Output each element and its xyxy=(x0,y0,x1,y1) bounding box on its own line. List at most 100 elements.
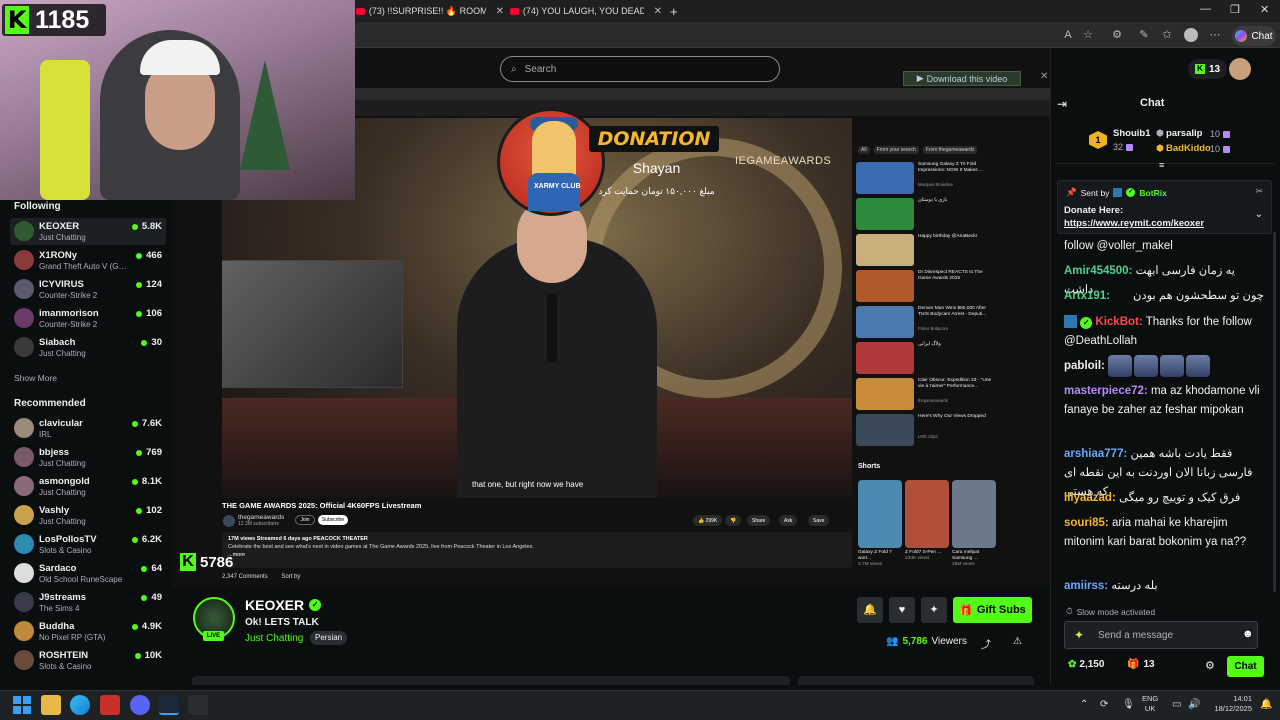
browser-tab-1[interactable]: (73) !!SURPRISE!! 🔥 ROOM TOUR ✕ xyxy=(356,2,504,20)
sidebar-channel[interactable]: ROSHTEIN Slots & Casino 10K xyxy=(10,647,166,674)
short-thumbnail[interactable] xyxy=(858,480,902,548)
copilot-chat-button[interactable]: Chat xyxy=(1232,26,1276,46)
recommendation-item[interactable]: Here's Why Our Views Dropped LMG Clips xyxy=(856,414,996,448)
close-window-icon[interactable]: ✕ xyxy=(1260,3,1269,16)
close-tab-icon[interactable]: ✕ xyxy=(654,6,662,17)
leader-name[interactable]: parsalip xyxy=(1166,128,1202,139)
gear-icon[interactable]: ⚙ xyxy=(1205,659,1215,672)
sparkle-icon[interactable]: ✦ xyxy=(1074,628,1084,642)
kicks-balance-chip[interactable]: K 13 xyxy=(1188,59,1228,79)
chevron-down-icon[interactable]: ⌄ xyxy=(1255,209,1263,220)
recommendation-item[interactable]: Happy birthday @AriaBeckr xyxy=(856,234,996,268)
monitor-icon[interactable]: ▭ xyxy=(1172,699,1181,710)
leader-name[interactable]: BadKiddo xyxy=(1166,143,1211,154)
chat-username[interactable]: lliyaazad: xyxy=(1064,492,1116,504)
notifications-bell-button[interactable]: 🔔 xyxy=(857,597,883,623)
sidebar-channel[interactable]: LosPollosTV Slots & Casino 6.2K xyxy=(10,531,166,558)
download-video-button[interactable]: ▶ Download this video xyxy=(903,71,1021,86)
sidebar-channel[interactable]: ICYVIRUS Counter-Strike 2 124 xyxy=(10,276,166,303)
recommendation-item[interactable]: Samsung Galaxy Z Tri Fold Impressions: N… xyxy=(856,162,996,196)
recommendation-item[interactable]: Dr Disrespect REACTS to The Game Awards … xyxy=(856,270,996,304)
chat-scrollbar[interactable] xyxy=(1273,232,1276,592)
chat-username[interactable]: Artx191: xyxy=(1064,290,1110,302)
close-tab-icon[interactable]: ✕ xyxy=(496,6,504,17)
search-input[interactable]: ⌕ Search xyxy=(500,56,780,82)
like-button[interactable]: 👍 299K xyxy=(693,515,723,526)
profile-icon[interactable] xyxy=(1184,28,1198,42)
recommendation-item[interactable]: Denver Man Wins $80,000 After THIS Bodyc… xyxy=(856,306,996,340)
read-aloud-icon[interactable]: A xyxy=(1061,28,1075,42)
video-description[interactable]: 17M views Streamed 6 days ago PEACOCK TH… xyxy=(222,532,852,568)
obs-app-icon[interactable] xyxy=(100,695,120,715)
channel-avatar[interactable] xyxy=(223,515,235,527)
more-menu-icon[interactable]: ⋯ xyxy=(1208,28,1222,42)
join-button[interactable]: Join xyxy=(295,515,315,525)
browser-tab-2[interactable]: (74) YOU LAUGH, YOU DEAD! ❌ ✕ xyxy=(510,2,662,20)
sparkle-button[interactable]: ✦ xyxy=(921,597,947,623)
chat-username[interactable]: KickBot: xyxy=(1095,316,1142,328)
recommendation-item[interactable]: Clair Obscur: Expedition 33 - "Une vie à… xyxy=(856,378,996,412)
chat-username[interactable]: arshiaa777: xyxy=(1064,448,1127,460)
bot-name[interactable]: BotRix xyxy=(1139,188,1166,198)
subscribe-button[interactable]: Subscribe xyxy=(318,515,348,525)
short-thumbnail[interactable] xyxy=(952,480,996,548)
microphone-icon[interactable]: 🎙 xyxy=(1122,699,1135,710)
speaker-icon[interactable]: 🔊 xyxy=(1188,699,1200,710)
chat-username[interactable]: amiirss: xyxy=(1064,580,1108,592)
sidebar-channel[interactable]: asmongold Just Chatting 8.1K xyxy=(10,473,166,500)
chat-username[interactable]: Amir454500: xyxy=(1064,265,1132,277)
extension-icon[interactable]: ✎ xyxy=(1137,28,1151,42)
sidebar-channel[interactable]: J9streams The Sims 4 49 xyxy=(10,589,166,616)
sidebar-channel[interactable]: Buddha No Pixel RP (GTA) 4.9K xyxy=(10,618,166,645)
send-chat-button[interactable]: Chat xyxy=(1227,656,1264,677)
file-explorer-icon[interactable] xyxy=(41,695,61,715)
extensions-icon[interactable]: ⚙ xyxy=(1110,28,1124,42)
chat-username[interactable]: pabloil: xyxy=(1064,360,1105,372)
chat-username[interactable]: souri85: xyxy=(1064,517,1109,529)
favorites-icon[interactable]: ✩ xyxy=(1160,28,1174,42)
show-more-link[interactable]: Show More xyxy=(14,373,57,383)
pinned-message[interactable]: 📌 Sent by ✓ BotRix ✂ Donate Here: https:… xyxy=(1057,180,1272,234)
new-tab-button[interactable]: + xyxy=(670,2,678,20)
sync-icon[interactable]: ⟳ xyxy=(1100,699,1108,710)
app-icon[interactable] xyxy=(188,695,208,715)
kicks-balance[interactable]: ✿ 2,150 xyxy=(1068,659,1104,670)
save-button[interactable]: Save xyxy=(808,515,830,526)
recommendation-item[interactable]: بازی با دوستان xyxy=(856,198,996,232)
steam-icon[interactable] xyxy=(159,695,179,715)
leader-name[interactable]: Shouib1 xyxy=(1113,128,1150,139)
donate-link[interactable]: https://www.reymit.com/keoxer xyxy=(1064,218,1204,229)
follow-heart-button[interactable]: ♥ xyxy=(889,597,915,623)
user-avatar[interactable] xyxy=(1229,58,1251,80)
dislike-button[interactable]: 👎 xyxy=(725,515,742,526)
share-icon[interactable]: ⤴ xyxy=(981,636,991,651)
streamer-name[interactable]: KEOXER ✓ xyxy=(245,597,322,613)
ask-button[interactable]: Ask xyxy=(779,515,798,526)
recommendation-item[interactable]: ولاگ ایرانی xyxy=(856,342,996,376)
chevron-up-icon[interactable]: ⌃ xyxy=(1080,699,1088,710)
short-thumbnail[interactable] xyxy=(905,480,949,548)
expand-leaderboard-icon[interactable]: ≡ xyxy=(1159,160,1164,170)
discord-icon[interactable] xyxy=(130,695,150,715)
language-tag[interactable]: Persian xyxy=(310,631,348,645)
restore-icon[interactable]: ❐ xyxy=(1230,3,1240,16)
collapse-chat-icon[interactable]: ⇥ xyxy=(1057,97,1067,111)
share-button[interactable]: Share xyxy=(747,515,771,526)
description-more[interactable]: ...more xyxy=(228,551,846,559)
chat-username[interactable]: masterpiece72: xyxy=(1064,385,1148,397)
sidebar-channel[interactable]: X1RONy Grand Theft Auto V (G… 466 xyxy=(10,247,166,274)
sidebar-channel[interactable]: bbjess Just Chatting 769 xyxy=(10,444,166,471)
favorite-star-icon[interactable]: ☆ xyxy=(1081,28,1095,42)
close-icon[interactable]: ✕ xyxy=(1040,71,1048,82)
sidebar-channel[interactable]: imanmorison Counter-Strike 2 106 xyxy=(10,305,166,332)
sidebar-channel[interactable]: clavicular IRL 7.6K xyxy=(10,415,166,442)
notifications-icon[interactable]: 🔔 xyxy=(1260,699,1272,710)
gift-balance[interactable]: 🎁 13 xyxy=(1127,659,1155,670)
unpin-icon[interactable]: ✂ xyxy=(1255,186,1263,197)
windows-start-icon[interactable] xyxy=(12,695,32,715)
sort-by[interactable]: Sort by xyxy=(281,574,300,580)
warning-icon[interactable]: ⚠ xyxy=(1013,636,1022,647)
stream-category-link[interactable]: Just Chatting xyxy=(245,633,303,644)
minimize-icon[interactable]: — xyxy=(1200,3,1211,15)
system-clock[interactable]: 14:01 18/12/2025 xyxy=(1208,694,1252,714)
